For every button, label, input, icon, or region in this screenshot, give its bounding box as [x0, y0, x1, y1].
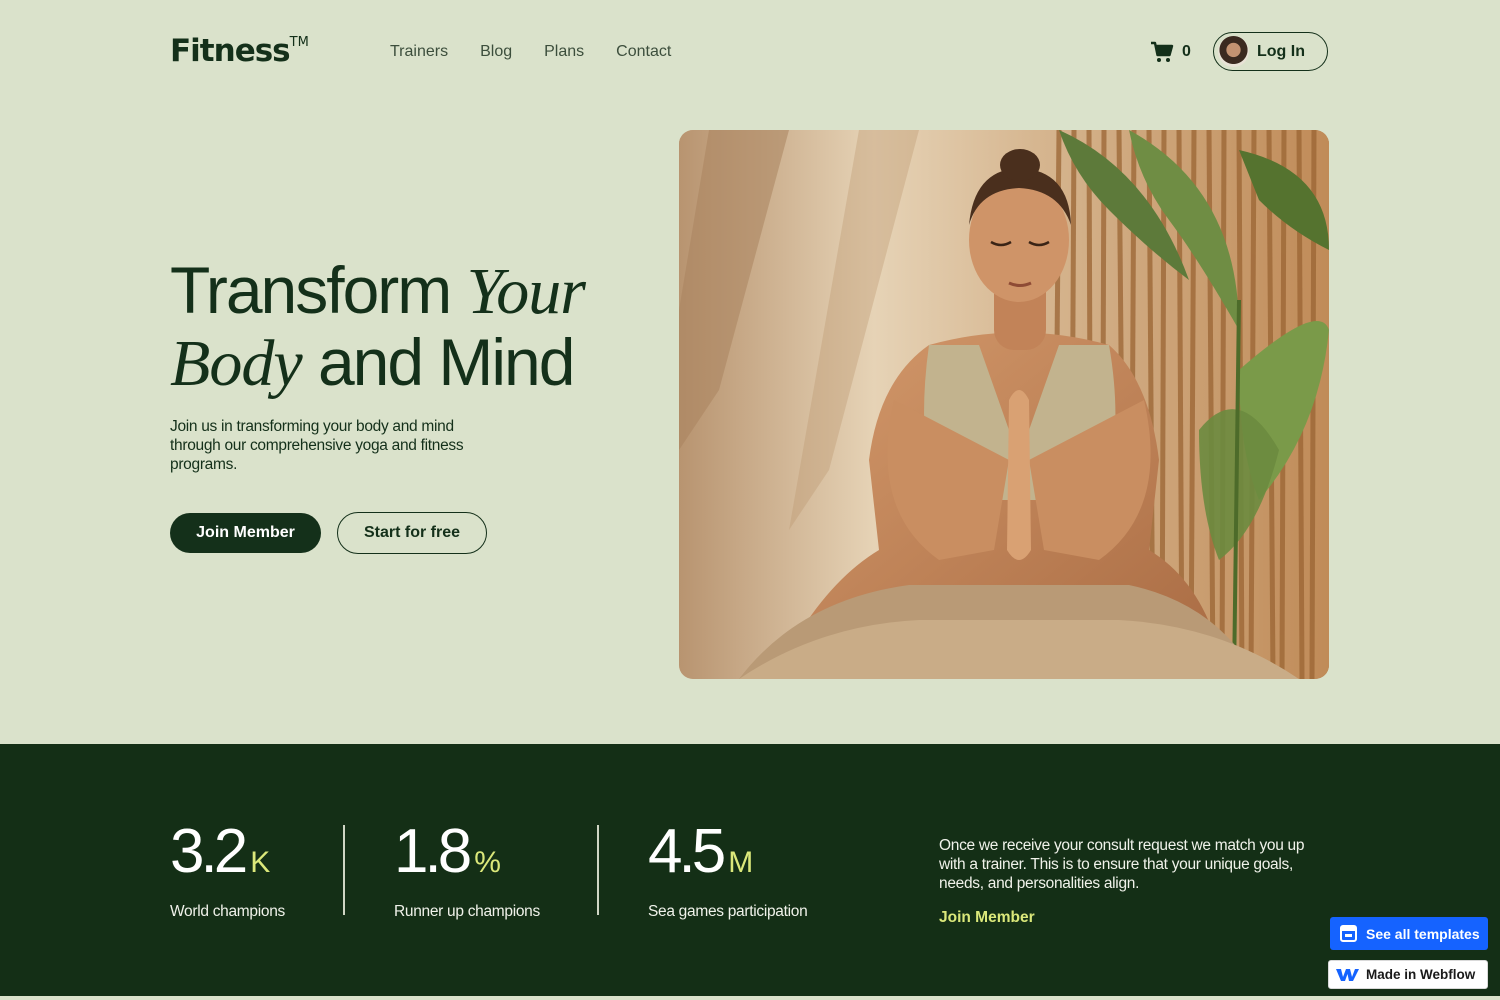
hero-subtitle: Join us in transforming your body and mi…: [170, 418, 464, 473]
nav-link-contact[interactable]: Contact: [616, 43, 671, 61]
templates-icon: [1340, 925, 1357, 942]
stat-unit: %: [474, 846, 501, 879]
stat-runner-up: 1.8% Runner up champions: [394, 820, 540, 921]
consult-description: Once we receive your consult request we …: [939, 837, 1305, 892]
hero-title-text-2: and Mind: [301, 325, 576, 399]
hero-title-italic-1: Your: [466, 255, 586, 328]
stat-value: 4.5: [648, 817, 726, 886]
nav-link-plans[interactable]: Plans: [544, 43, 584, 61]
hero-title: Transform Your Body and Mind: [170, 255, 640, 399]
nav-link-trainers[interactable]: Trainers: [390, 43, 448, 61]
cart-count: 0: [1182, 43, 1191, 60]
cart-button[interactable]: 0: [1150, 41, 1191, 63]
trademark-mark: TM: [289, 34, 309, 50]
stat-label: Sea games participation: [648, 903, 808, 920]
stat-label: Runner up champions: [394, 903, 540, 920]
webflow-logo-icon: [1336, 968, 1359, 981]
logo[interactable]: FitnessTM: [170, 33, 309, 69]
main-nav: Trainers Blog Plans Contact: [390, 43, 671, 61]
webflow-label: Made in Webflow: [1366, 967, 1476, 982]
hero-title-text-1: Transform: [170, 253, 467, 327]
hero-title-italic-2: Body: [170, 327, 303, 400]
templates-label: See all templates: [1366, 925, 1480, 942]
stat-value: 1.8: [394, 817, 472, 886]
stat-unit: K: [250, 846, 271, 879]
see-all-templates-button[interactable]: See all templates: [1330, 917, 1488, 950]
stat-divider: [597, 825, 599, 915]
hero-image-yoga-woman: [679, 130, 1329, 679]
stat-label: World champions: [170, 903, 285, 920]
logo-text: Fitness: [170, 33, 291, 69]
cart-icon: [1151, 41, 1174, 62]
made-in-webflow-badge[interactable]: Made in Webflow: [1328, 960, 1488, 989]
nav-link-blog[interactable]: Blog: [480, 43, 512, 61]
stat-divider: [343, 825, 345, 915]
stat-world-champions: 3.2 K World champions: [170, 820, 285, 921]
start-free-button[interactable]: Start for free: [337, 512, 487, 554]
login-label: Log In: [1257, 42, 1305, 60]
avatar: [1218, 36, 1249, 67]
stat-unit: M: [728, 846, 754, 879]
login-button[interactable]: Log In: [1213, 32, 1328, 71]
join-member-link[interactable]: Join Member: [939, 909, 1035, 927]
stat-sea-games: 4.5 M Sea games participation: [648, 817, 808, 921]
stat-value: 3.2: [170, 817, 248, 886]
hero-image-illustration: [679, 130, 1329, 679]
join-member-button[interactable]: Join Member: [170, 513, 321, 553]
